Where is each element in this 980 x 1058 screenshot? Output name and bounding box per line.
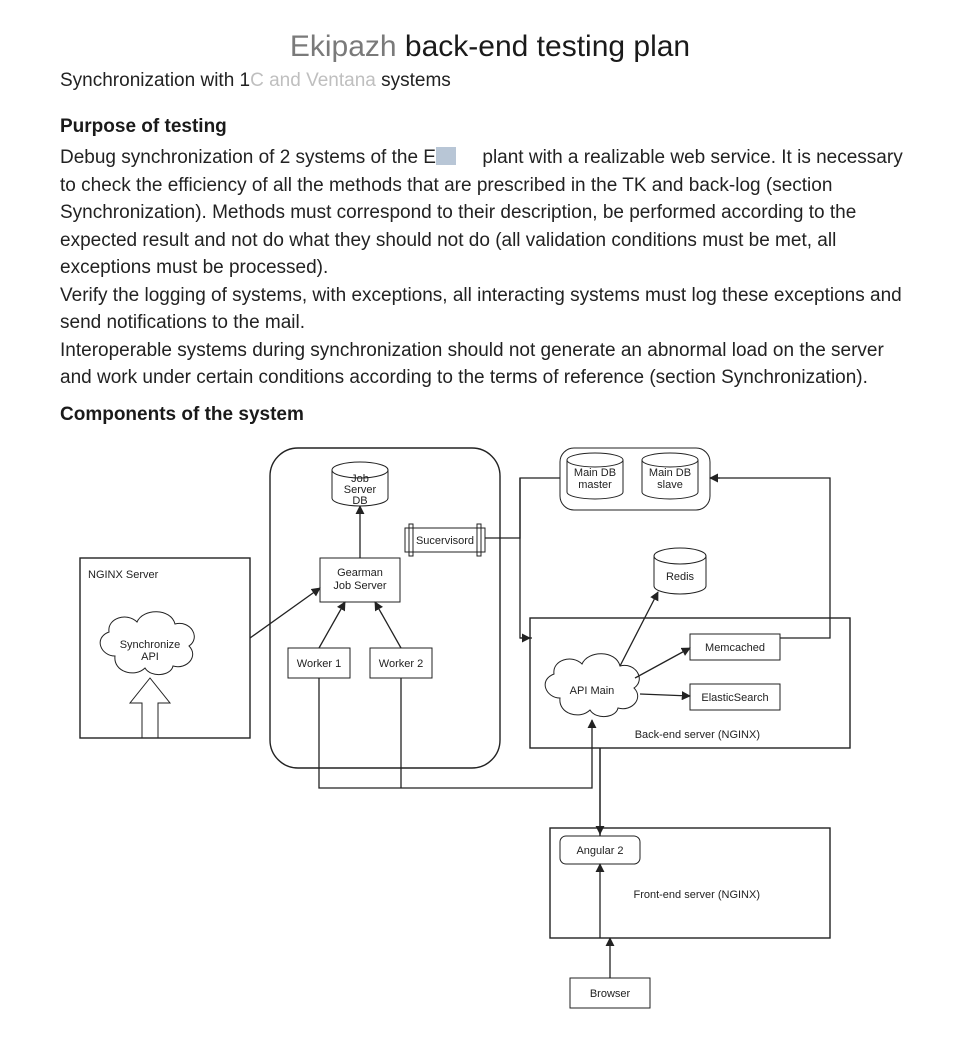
- supervisord-box: Sucervisord: [405, 524, 485, 556]
- svg-text:slave: slave: [657, 479, 683, 491]
- gearman-l2: Job Server: [333, 580, 387, 592]
- section-components: Components of the system: [60, 404, 920, 426]
- title-main: back-end testing plan: [397, 30, 691, 63]
- supervisord-label: Sucervisord: [416, 535, 474, 547]
- svg-text:Main DB: Main DB: [649, 467, 691, 479]
- angular-label: Angular 2: [576, 845, 623, 857]
- page-title: Ekipazh back-end testing plan: [60, 30, 920, 64]
- purpose-p2: Verify the logging of systems, with exce…: [60, 285, 902, 334]
- main-db-master: Main DB master: [567, 453, 623, 499]
- worker2-label: Worker 2: [379, 658, 423, 670]
- api-main-cloud: API Main: [545, 654, 639, 717]
- subtitle-pre: Synchronization with 1: [60, 70, 250, 91]
- job-server-db: Job Server DB: [332, 462, 388, 507]
- link-api-elastic: [640, 694, 690, 696]
- section-purpose: Purpose of testing: [60, 116, 920, 138]
- purpose-pre: Debug synchronization of 2 systems of th…: [60, 147, 436, 168]
- frontend-label: Front-end server (NGINX): [633, 889, 760, 901]
- memcached-label: Memcached: [705, 642, 765, 654]
- sync-api-l2: API: [141, 651, 159, 663]
- worker1-label: Worker 1: [297, 658, 341, 670]
- job-db-l3: DB: [352, 495, 367, 507]
- link-api-redis: [620, 592, 658, 666]
- sync-api-l1: Synchronize: [120, 639, 181, 651]
- elastic-label: ElasticSearch: [701, 692, 768, 704]
- synchronize-api-cloud: Synchronize API: [100, 612, 194, 675]
- link-nginx-gearman: [250, 588, 320, 638]
- link-w1-api: [319, 678, 592, 788]
- link-w2-gearman: [375, 602, 401, 648]
- link-db-backend-left: [520, 478, 560, 638]
- link-w1-gearman: [319, 602, 345, 648]
- job-group: [270, 448, 500, 768]
- purpose-p3: Interoperable systems during synchroniza…: [60, 340, 884, 389]
- title-dim: Ekipazh: [290, 30, 397, 63]
- gearman-l1: Gearman: [337, 567, 383, 579]
- main-db-slave: Main DB slave: [642, 453, 698, 499]
- link-supervisord-out: [485, 478, 520, 538]
- subtitle-dim: C and Ventana: [250, 70, 376, 91]
- link-db-backend-right: [710, 478, 830, 638]
- redacted-blot: [436, 147, 456, 165]
- svg-text:master: master: [578, 479, 612, 491]
- subtitle-post: systems: [376, 70, 451, 91]
- link-api-memcached: [635, 648, 690, 678]
- redis-label: Redis: [666, 571, 695, 583]
- nginx-server-label: NGINX Server: [88, 569, 159, 581]
- purpose-body: Debug synchronization of 2 systems of th…: [60, 144, 920, 392]
- backend-label: Back-end server (NGINX): [635, 729, 760, 741]
- api-main-label: API Main: [570, 685, 615, 697]
- svg-text:Main DB: Main DB: [574, 467, 616, 479]
- subtitle: Synchronization with 1C and Ventana syst…: [60, 70, 920, 92]
- redis-db: Redis: [654, 548, 706, 594]
- architecture-diagram: NGINX Server Synchronize API Job Server …: [60, 438, 920, 1028]
- browser-label: Browser: [590, 988, 631, 1000]
- big-arrow-icon: [130, 678, 170, 738]
